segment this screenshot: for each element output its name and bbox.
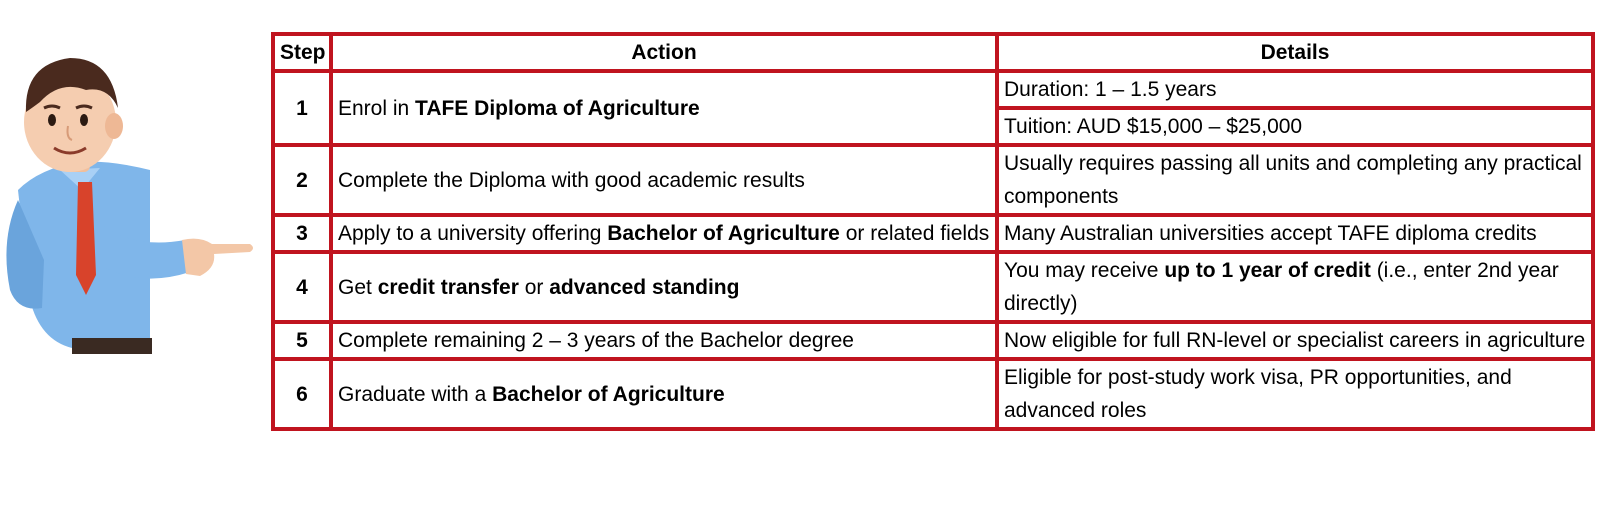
action-cell: Complete remaining 2 – 3 years of the Ba… bbox=[329, 320, 999, 361]
bold-text: up to 1 year of credit bbox=[1164, 259, 1371, 282]
details-cell: Now eligible for full RN-level or specia… bbox=[995, 320, 1595, 361]
action-cell: Get credit transfer or advanced standing bbox=[329, 250, 999, 324]
text: or bbox=[518, 275, 550, 299]
header-row: Step Action Details bbox=[271, 32, 1595, 73]
text: Graduate with a bbox=[338, 382, 493, 406]
text: You may receive bbox=[1004, 259, 1165, 282]
table-row: 1 Enrol in TAFE Diploma of Agriculture Dur… bbox=[271, 69, 1595, 147]
table-row: 5 Complete remaining 2 – 3 years of the B… bbox=[271, 320, 1595, 361]
steps-table: Step Action Details 1 Enrol in TAFE Diplo… bbox=[271, 32, 1595, 431]
details-cell: Many Australian universities accept TAFE… bbox=[995, 213, 1595, 254]
table-row: 2 Complete the Diploma with good academic… bbox=[271, 143, 1595, 217]
step-number: 6 bbox=[271, 357, 333, 431]
details-cell: Eligible for post-study work visa, PR op… bbox=[995, 357, 1595, 431]
table-row: 6 Graduate with a Bachelor of Agriculture… bbox=[271, 357, 1595, 431]
steps-table-body: 1 Enrol in TAFE Diploma of Agriculture Dur… bbox=[271, 69, 1595, 431]
text: Tuition: AUD $15,000 – $25,000 bbox=[1004, 115, 1303, 138]
step-number: 1 bbox=[271, 69, 333, 147]
table-row: 4 Get credit transfer or advanced standin… bbox=[271, 250, 1595, 324]
step-number: 5 bbox=[271, 320, 333, 361]
step-number: 2 bbox=[271, 143, 333, 217]
header-step: Step bbox=[271, 32, 333, 73]
cartoon-man-pointing-image bbox=[6, 58, 253, 354]
bold-text: Bachelor of Agriculture bbox=[492, 382, 725, 406]
text: Get bbox=[338, 275, 378, 299]
text: Apply to a university offering bbox=[338, 222, 608, 245]
text: Eligible for post-study work visa, PR op… bbox=[1004, 366, 1512, 422]
header-action: Action bbox=[329, 32, 999, 73]
bold-text: credit transfer bbox=[377, 275, 519, 299]
text: Complete remaining 2 – 3 years of the Ba… bbox=[338, 329, 854, 352]
details-cell: Usually requires passing all units and c… bbox=[995, 143, 1595, 217]
action-cell: Apply to a university offering Bachelor … bbox=[329, 213, 999, 254]
bold-text: Bachelor of Agriculture bbox=[607, 222, 840, 245]
details-cell: Duration: 1 – 1.5 years bbox=[995, 69, 1595, 110]
bold-text: advanced standing bbox=[549, 275, 740, 299]
text: Usually requires passing all units and c… bbox=[1004, 152, 1582, 208]
text: Now eligible for full RN-level or specia… bbox=[1004, 329, 1586, 352]
text: Enrol in bbox=[338, 96, 416, 120]
table-row: 3 Apply to a university offering Bachelor… bbox=[271, 213, 1595, 254]
action-cell: Complete the Diploma with good academic … bbox=[329, 143, 999, 217]
pointing-hand bbox=[182, 238, 253, 276]
action-cell: Graduate with a Bachelor of Agriculture bbox=[329, 357, 999, 431]
text: Duration: 1 – 1.5 years bbox=[1004, 78, 1217, 101]
header-details: Details bbox=[995, 32, 1595, 73]
step-number: 3 bbox=[271, 213, 333, 254]
text: or related fields bbox=[839, 222, 990, 245]
details-cell: You may receive up to 1 year of credit (… bbox=[995, 250, 1595, 324]
step-number: 4 bbox=[271, 250, 333, 324]
action-cell: Enrol in TAFE Diploma of Agriculture bbox=[329, 69, 999, 147]
text: Complete the Diploma with good academic … bbox=[338, 168, 805, 192]
text: Many Australian universities accept TAFE… bbox=[1004, 222, 1537, 245]
bold-text: TAFE Diploma of Agriculture bbox=[415, 96, 700, 120]
details-cell: Tuition: AUD $15,000 – $25,000 bbox=[995, 106, 1595, 147]
